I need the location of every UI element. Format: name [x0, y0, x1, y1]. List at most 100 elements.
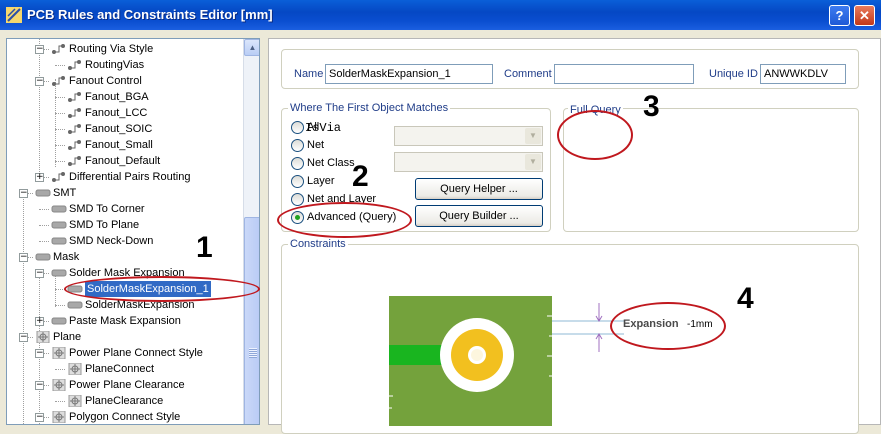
tree-item-plane[interactable]: − Plane — [7, 329, 243, 345]
plane-rule-icon — [51, 346, 67, 360]
tree-connector — [55, 145, 65, 146]
tree-item-routingvias[interactable]: RoutingVias — [7, 57, 243, 73]
expand-icon[interactable]: + — [35, 173, 44, 182]
routing-rule-icon — [67, 123, 83, 135]
tree-item-power-plane-connect-style[interactable]: − Power Plane Connect Style — [7, 345, 243, 361]
tree-item-differential-pairs-routing[interactable]: + Differential Pairs Routing — [7, 169, 243, 185]
smt-rule-icon — [51, 315, 67, 327]
query-builder-button[interactable]: Query Builder ... — [415, 205, 543, 227]
annotation-ellipse-3 — [557, 110, 633, 160]
collapse-icon[interactable]: − — [19, 333, 28, 342]
smt-rule-icon — [51, 219, 67, 231]
routing-rule-icon — [51, 75, 67, 87]
tree-connector — [55, 129, 65, 130]
smt-rule-icon — [51, 267, 67, 279]
tree-item-fanout-bga[interactable]: Fanout_BGA — [7, 89, 243, 105]
tree-item-fanout-lcc[interactable]: Fanout_LCC — [7, 105, 243, 121]
rules-tree[interactable]: − Routing Via Style RoutingVias − Fanout Con… — [6, 38, 260, 425]
tree-item-label: Fanout_BGA — [85, 91, 149, 103]
window-title: PCB Rules and Constraints Editor [mm] — [27, 7, 273, 22]
collapse-icon[interactable]: − — [35, 381, 44, 390]
tree-item-label: Polygon Connect Style — [69, 411, 181, 423]
routing-rule-icon — [51, 171, 67, 183]
plane-rule-icon — [67, 362, 83, 376]
comment-label: Comment — [504, 68, 552, 80]
tree-item-label: Plane — [53, 331, 82, 343]
tree-item-label: Fanout_LCC — [85, 107, 148, 119]
tree-item-planeclearance[interactable]: PlaneClearance — [7, 393, 243, 409]
tree-item-label: Differential Pairs Routing — [69, 171, 191, 183]
chevron-down-icon: ▼ — [525, 128, 541, 144]
smt-rule-icon — [35, 187, 51, 199]
net-combo[interactable]: ▼ — [394, 126, 543, 146]
tree-item-fanout-small[interactable]: Fanout_Small — [7, 137, 243, 153]
routing-rule-icon — [67, 139, 83, 151]
tree-scrollbar[interactable]: ▲ — [243, 39, 259, 424]
routing-rule-icon — [67, 107, 83, 119]
radio-net-class-label: Net Class — [307, 157, 355, 169]
scroll-up-arrow-icon[interactable]: ▲ — [244, 39, 259, 56]
solder-mask-diagram — [389, 296, 552, 426]
scroll-thumb[interactable] — [244, 217, 259, 424]
plane-rule-icon — [51, 410, 67, 424]
constraints-title: Constraints — [288, 238, 348, 250]
help-button[interactable]: ? — [829, 5, 850, 26]
annotation-number-1: 1 — [196, 231, 213, 264]
radio-net[interactable] — [291, 139, 304, 152]
tree-item-paste-mask-expansion[interactable]: + Paste Mask Expansion — [7, 313, 243, 329]
tree-item-label: Power Plane Clearance — [69, 379, 185, 391]
radio-net-and-layer[interactable] — [291, 193, 304, 206]
collapse-icon[interactable]: − — [19, 189, 28, 198]
unique-id-label: Unique ID — [709, 68, 758, 80]
tree-connector — [39, 241, 49, 242]
tree-item-label: Mask — [53, 251, 80, 263]
tree-item-smd-to-corner[interactable]: SMD To Corner — [7, 201, 243, 217]
tree-item-power-plane-clearance[interactable]: − Power Plane Clearance — [7, 377, 243, 393]
tree-item-planeconnect[interactable]: PlaneConnect — [7, 361, 243, 377]
collapse-icon[interactable]: − — [35, 77, 44, 86]
radio-layer[interactable] — [291, 175, 304, 188]
smt-rule-icon — [35, 251, 51, 263]
radio-net-class[interactable] — [291, 157, 304, 170]
close-button[interactable]: ✕ — [854, 5, 875, 26]
annotation-ellipse-1 — [64, 276, 260, 302]
tree-item-polygon-connect-style[interactable]: − Polygon Connect Style — [7, 409, 243, 424]
routing-rule-icon — [67, 91, 83, 103]
query-helper-button[interactable]: Query Helper ... — [415, 178, 543, 200]
annotation-ellipse-2 — [277, 202, 412, 238]
tree-item-routing-via-style[interactable]: − Routing Via Style — [7, 41, 243, 57]
tree-connector — [55, 401, 65, 402]
app-icon — [6, 7, 22, 23]
tree-item-label: Power Plane Connect Style — [69, 347, 203, 359]
tree-connector — [55, 305, 65, 306]
tree-item-label: Fanout Control — [69, 75, 142, 87]
comment-input[interactable] — [554, 64, 694, 84]
routing-rule-icon — [67, 59, 83, 71]
tree-item-label: Fanout_Default — [85, 155, 161, 167]
collapse-icon[interactable]: − — [35, 45, 44, 54]
tree-item-fanout-control[interactable]: − Fanout Control — [7, 73, 243, 89]
radio-net-label: Net — [307, 139, 325, 151]
name-input[interactable]: SolderMaskExpansion_1 — [325, 64, 493, 84]
chevron-down-icon: ▼ — [525, 154, 541, 170]
unique-id-input[interactable]: ANWWKDLV — [760, 64, 846, 84]
radio-all[interactable] — [291, 121, 304, 134]
expand-icon[interactable]: + — [35, 317, 44, 326]
tree-item-fanout-default[interactable]: Fanout_Default — [7, 153, 243, 169]
tree-item-label: Fanout_SOIC — [85, 123, 153, 135]
annotation-number-4: 4 — [737, 282, 754, 315]
tree-item-label: SMT — [53, 187, 77, 199]
routing-rule-icon — [67, 155, 83, 167]
tree-item-smt[interactable]: − SMT — [7, 185, 243, 201]
tree-connector — [55, 65, 65, 66]
collapse-icon[interactable]: − — [35, 349, 44, 358]
full-query-text[interactable]: IsVia — [305, 121, 341, 135]
tree-item-label: SMD To Plane — [69, 219, 140, 231]
title-bar: PCB Rules and Constraints Editor [mm] ? … — [0, 0, 881, 30]
annotation-ellipse-4 — [610, 302, 726, 350]
collapse-icon[interactable]: − — [35, 413, 44, 422]
collapse-icon[interactable]: − — [35, 269, 44, 278]
collapse-icon[interactable]: − — [19, 253, 28, 262]
net-class-combo[interactable]: ▼ — [394, 152, 543, 172]
tree-item-fanout-soic[interactable]: Fanout_SOIC — [7, 121, 243, 137]
